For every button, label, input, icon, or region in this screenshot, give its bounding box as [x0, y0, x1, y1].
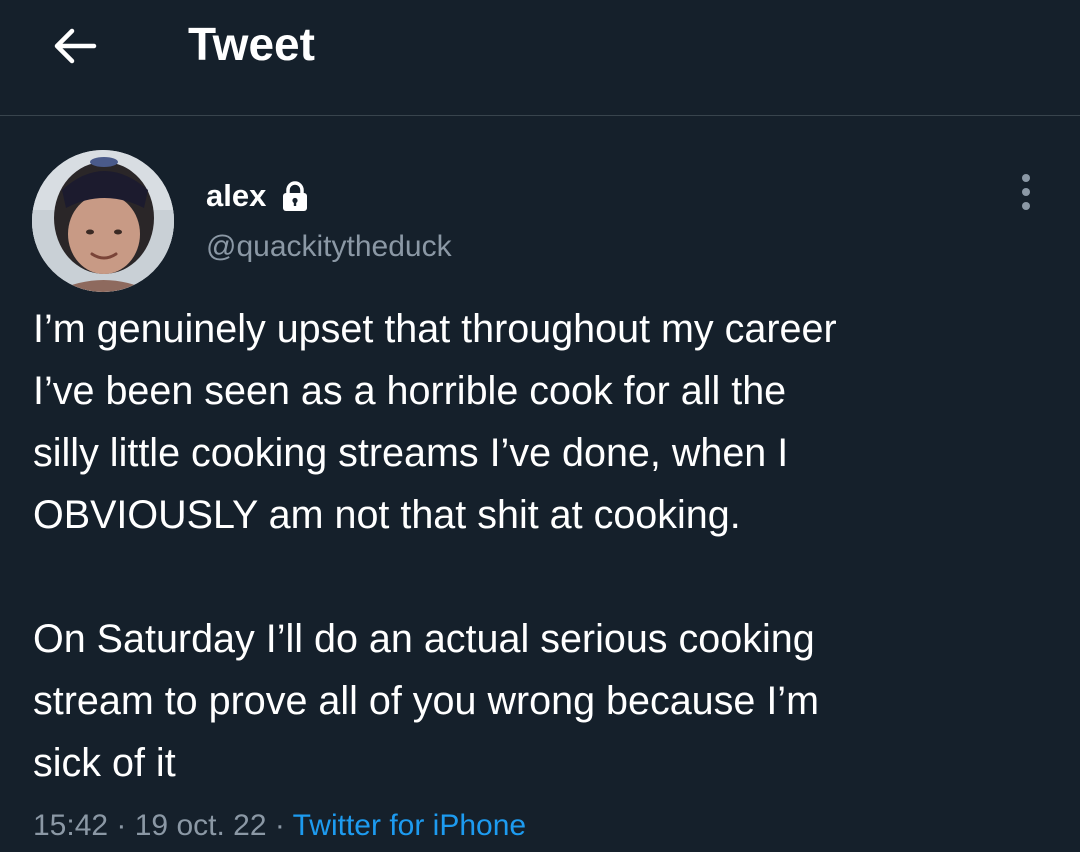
more-options-button[interactable]: [1010, 170, 1042, 214]
tweet-date: 19 oct. 22: [134, 809, 267, 842]
display-name-text: alex: [206, 178, 267, 213]
avatar[interactable]: [32, 150, 174, 292]
more-vertical-icon: [1022, 174, 1030, 210]
arrow-left-icon: [54, 28, 97, 64]
top-bar: Tweet: [0, 0, 1080, 116]
meta-separator: ·: [266, 809, 293, 842]
author-display-name[interactable]: alex: [206, 178, 310, 214]
lock-icon: [280, 180, 310, 212]
tweet-metadata: 15:42 · 19 oct. 22 · Twitter for iPhone: [33, 806, 526, 846]
meta-separator: ·: [108, 809, 135, 842]
tweet-source-link[interactable]: Twitter for iPhone: [293, 809, 526, 842]
page-title: Tweet: [188, 18, 315, 70]
tweet-text: I’m genuinely upset that throughout my c…: [33, 307, 837, 785]
author-handle[interactable]: @quackitytheduck: [206, 228, 452, 266]
avatar-image: [32, 150, 174, 292]
tweet-time: 15:42: [33, 809, 109, 842]
back-button[interactable]: [44, 18, 104, 74]
